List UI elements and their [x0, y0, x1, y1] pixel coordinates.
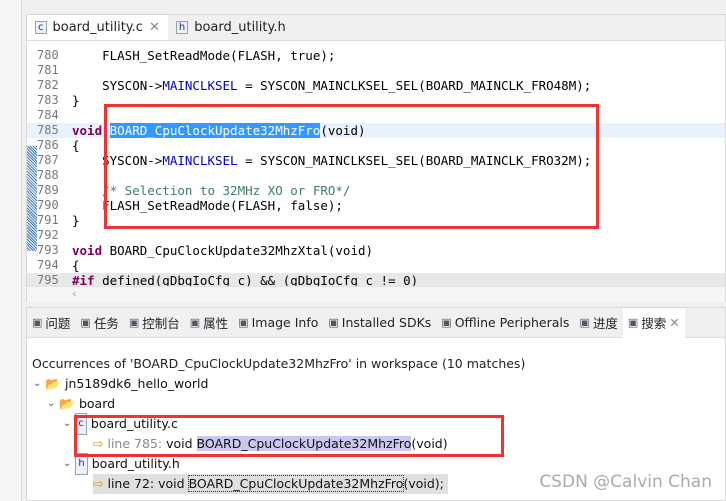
- match-text: BOARD_CpuClockUpdate32MhzFro: [187, 475, 405, 492]
- panel-tab-label: 搜索: [641, 316, 667, 331]
- code-line[interactable]: 780 FLASH_SetReadMode(FLASH, true);: [27, 48, 725, 63]
- highlight-box: [74, 415, 504, 457]
- chevron-down-icon[interactable]: ⌄: [63, 414, 71, 434]
- tree-item-project[interactable]: ⌄ 📂 jn5189dk6_hello_world: [33, 374, 208, 394]
- line-number: 783: [37, 93, 59, 107]
- peripherals-icon: ▣: [441, 316, 452, 329]
- panel-tab[interactable]: ▣ 搜索 ✕: [622, 307, 685, 338]
- line-number: 780: [37, 48, 59, 62]
- code-line[interactable]: 793 void BOARD_CpuClockUpdate32MhzXtal(vo…: [27, 243, 725, 258]
- watermark: CSDN @Calvin Chan: [539, 472, 712, 492]
- panel-tab[interactable]: ▣ 控制台: [124, 313, 185, 332]
- panel-tab[interactable]: ▣ 任务: [75, 313, 123, 332]
- panel-tab[interactable]: ▣ Offline Peripherals: [436, 315, 574, 330]
- panel-tabs: ▣ 问题 ▣ 任务 ▣ 控制台 ▣ 属性 ▣ Image Info ▣ Installed SDKs ▣…: [27, 307, 725, 338]
- code-text: }: [72, 93, 80, 108]
- code-text: void BOARD_CpuClockUpdate32MhzXtal(void): [72, 243, 374, 258]
- code-text: {: [72, 138, 80, 153]
- tree-item-file-h[interactable]: ⌄ h board_utility.h: [63, 453, 180, 475]
- folder-icon: 📂: [59, 396, 75, 411]
- code-text: SYSCON->MAINCLKSEL = SYSCON_MAINCLKSEL_S…: [72, 78, 592, 93]
- line-number: 791: [37, 213, 59, 227]
- h-file-icon: h: [175, 21, 189, 34]
- panel-tab-label: Image Info: [251, 315, 319, 330]
- label: board: [78, 396, 116, 411]
- panel-tab[interactable]: ▣ 进度: [574, 313, 622, 332]
- panel-tab-label: 问题: [45, 316, 71, 331]
- code-line[interactable]: 792: [27, 228, 725, 243]
- highlight-box: [104, 104, 599, 229]
- tree-item-match-h[interactable]: ⇨ line 72: void BOARD_CpuClockUpdate32MhzF…: [93, 474, 448, 494]
- tab-label: board_utility.h: [194, 20, 286, 35]
- progress-icon: ▣: [579, 316, 590, 329]
- label: jn5189dk6_hello_world: [64, 376, 209, 391]
- project-icon: 📂: [45, 376, 61, 391]
- line-number: line 72:: [107, 476, 155, 491]
- image-info-icon: ▣: [238, 316, 249, 329]
- arrow-icon: ⇨: [93, 476, 104, 491]
- close-icon[interactable]: ✕: [669, 315, 679, 330]
- code-text: (void);: [403, 476, 444, 491]
- properties-icon: ▣: [189, 316, 201, 329]
- line-number: 790: [37, 198, 59, 212]
- panel-tab[interactable]: ▣ 属性: [185, 313, 233, 332]
- label: board_utility.h: [91, 456, 180, 471]
- code-line[interactable]: 794 {: [27, 258, 725, 273]
- line-number: 786: [37, 138, 59, 152]
- occurrences-summary: Occurrences of 'BOARD_CpuClockUpdate32Mh…: [32, 356, 526, 371]
- close-icon[interactable]: ✕: [149, 20, 160, 35]
- line-number: 788: [37, 168, 59, 182]
- panel-tab-label: 控制台: [142, 316, 180, 331]
- tasks-icon: ▣: [80, 316, 91, 329]
- chevron-down-icon[interactable]: ⌄: [63, 454, 71, 474]
- line-number: 785: [37, 123, 59, 137]
- line-number: 793: [37, 243, 59, 257]
- chevron-down-icon[interactable]: ⌄: [33, 374, 41, 394]
- code-line[interactable]: 782 SYSCON->MAINCLKSEL = SYSCON_MAINCLKS…: [27, 78, 725, 93]
- problems-icon: ▣: [32, 316, 43, 329]
- panel-tab[interactable]: ▣ Image Info: [233, 315, 323, 330]
- tab-board-utility-h[interactable]: h board_utility.h: [168, 15, 294, 40]
- panel-tab-label: 进度: [592, 316, 618, 331]
- panel-tab-label: 任务: [93, 316, 119, 331]
- line-number: 782: [37, 78, 59, 92]
- left-sidebar: [0, 0, 22, 501]
- editor-tabs: c board_utility.c ✕ h board_utility.h: [27, 15, 725, 41]
- line-number: 784: [37, 108, 59, 122]
- line-number: 792: [37, 228, 59, 242]
- line-number: 787: [37, 153, 59, 167]
- tree-item-folder[interactable]: ⌄ 📂 board: [47, 394, 115, 414]
- panel-tab[interactable]: ▣ Installed SDKs: [323, 315, 436, 330]
- code-line[interactable]: 781: [27, 63, 725, 78]
- tab-board-utility-c[interactable]: c board_utility.c ✕: [27, 15, 168, 40]
- chevron-down-icon[interactable]: ⌄: [47, 394, 55, 414]
- line-number: 789: [37, 183, 59, 197]
- tab-label: board_utility.c: [52, 20, 143, 35]
- line-number: 781: [37, 63, 59, 77]
- code-text: }: [72, 213, 80, 228]
- panel-tab-label: Offline Peripherals: [454, 315, 570, 330]
- line-number: 794: [37, 258, 59, 272]
- sdk-icon: ▣: [328, 316, 339, 329]
- code-text: FLASH_SetReadMode(FLASH, true);: [72, 48, 336, 63]
- code-text: {: [72, 258, 80, 273]
- search-icon: ▣: [627, 316, 639, 329]
- panel-tab-label: Installed SDKs: [341, 315, 432, 330]
- panel-tab-label: 属性: [203, 316, 229, 331]
- c-file-icon: c: [35, 21, 47, 34]
- panel-tab[interactable]: ▣ 问题: [27, 313, 75, 332]
- console-icon: ▣: [128, 316, 140, 329]
- code-text: void: [158, 476, 189, 491]
- horizontal-scrollbar[interactable]: ‹: [27, 286, 725, 302]
